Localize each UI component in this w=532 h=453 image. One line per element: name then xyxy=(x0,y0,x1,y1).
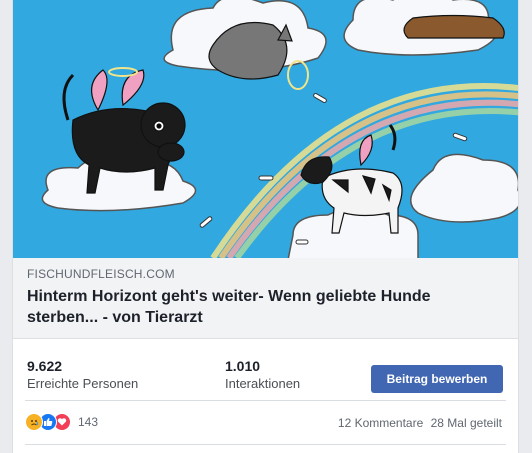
brown-dog xyxy=(403,14,505,39)
link-image[interactable] xyxy=(13,0,518,258)
post-insights: 9.622 Erreichte Personen 1.010 Interakti… xyxy=(13,350,518,398)
reaction-count: 143 xyxy=(78,415,99,429)
engagement-label: Interaktionen xyxy=(225,376,301,391)
reach-label: Erreichte Personen xyxy=(27,376,139,391)
dog-heaven-illustration xyxy=(13,0,518,258)
engagement-value: 1.010 xyxy=(225,358,261,374)
comments-count-link[interactable]: 12 Kommentare xyxy=(338,416,423,430)
link-preview[interactable]: FISCHUNDFLEISCH.COM Hinterm Horizont geh… xyxy=(13,258,518,339)
boost-post-button[interactable]: Beitrag bewerben xyxy=(371,365,503,393)
engagement-meta: 12 Kommentare 28 Mal geteilt xyxy=(334,416,502,430)
sad-icon xyxy=(25,413,43,431)
reach-value: 9.622 xyxy=(27,358,63,374)
link-headline[interactable]: Hinterm Horizont geht's weiter- Wenn gel… xyxy=(27,286,497,328)
divider xyxy=(25,400,506,401)
shares-count-link[interactable]: 28 Mal geteilt xyxy=(431,416,502,430)
reach-stat: 9.622 Erreichte Personen xyxy=(27,358,138,391)
engagement-stat: 1.010 Interaktionen xyxy=(225,358,300,391)
post-card: FISCHUNDFLEISCH.COM Hinterm Horizont geh… xyxy=(12,0,519,453)
link-domain: FISCHUNDFLEISCH.COM xyxy=(27,267,175,281)
divider-bottom xyxy=(25,444,506,445)
